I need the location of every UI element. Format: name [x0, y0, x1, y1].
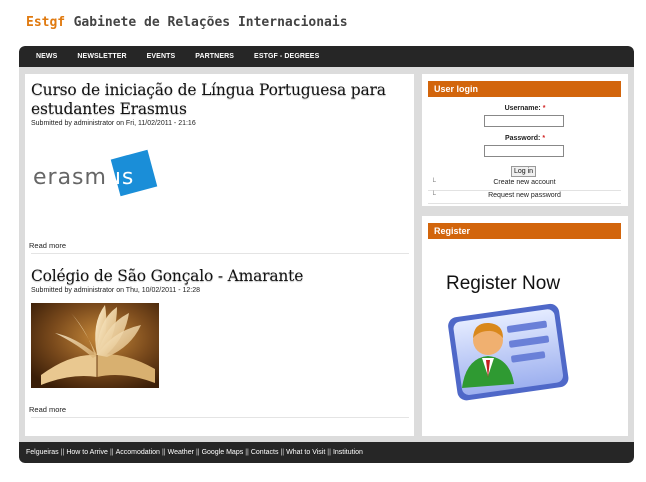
register-title: Register	[428, 223, 621, 239]
footer-links: Felgueiras || How to Arrive || Accomodatio…	[19, 442, 634, 463]
erasmus-logo-text-white: us	[106, 165, 135, 190]
password-input[interactable]	[484, 145, 564, 157]
open-book-image[interactable]	[31, 303, 159, 388]
register-block: Register Register Now	[422, 216, 628, 436]
user-id-card-icon[interactable]	[444, 296, 574, 404]
link-bullet-icon: └	[431, 179, 436, 186]
request-password-text[interactable]: Request new password	[488, 192, 561, 199]
footer-link-what-to-visit[interactable]: What to Visit	[286, 449, 325, 456]
request-password-link[interactable]: └ Request new password	[428, 192, 621, 204]
username-label-text: Username:	[504, 105, 541, 112]
main-content: Curso de iniciação de Língua Portuguesa …	[25, 74, 414, 436]
footer-separator: ||	[280, 449, 285, 456]
user-login-title: User login	[428, 81, 621, 97]
site-title[interactable]: Gabinete de Relações Internacionais	[74, 15, 348, 30]
required-mark: *	[542, 135, 546, 142]
footer-separator: ||	[60, 449, 65, 456]
erasmus-logo[interactable]: erasmus	[31, 149, 158, 200]
article-1: Curso de iniciação de Língua Portuguesa …	[31, 81, 409, 127]
main-navigation: NEWS NEWSLETTER EVENTS PARTNERS ESTGF - …	[19, 46, 634, 67]
page-frame: NEWS NEWSLETTER EVENTS PARTNERS ESTGF - …	[19, 46, 634, 463]
password-label: Password: *	[422, 135, 628, 142]
username-input[interactable]	[484, 115, 564, 127]
erasmus-logo-text-grey: erasm	[33, 165, 107, 190]
register-now-text[interactable]: Register Now	[446, 273, 560, 295]
nav-partners[interactable]: PARTNERS	[185, 53, 244, 60]
nav-estgf-degrees[interactable]: ESTGF - DEGREES	[244, 53, 329, 60]
open-book-icon	[31, 303, 159, 388]
footer-separator: ||	[327, 449, 331, 456]
login-button[interactable]: Log in	[511, 166, 537, 177]
article-2-submitted: Submitted by administrator on Thu, 10/02…	[31, 287, 201, 294]
nav-news[interactable]: NEWS	[26, 53, 67, 60]
footer-link-contacts[interactable]: Contacts	[251, 449, 279, 456]
article-separator	[31, 253, 409, 254]
create-account-link[interactable]: └ Create new account	[428, 179, 621, 191]
article-separator	[31, 417, 409, 418]
footer-link-accomodation[interactable]: Accomodation	[116, 449, 160, 456]
article-2-title[interactable]: Colégio de São Gonçalo - Amarante	[31, 267, 409, 286]
site-brand[interactable]: Estgf	[26, 15, 65, 30]
link-bullet-icon: └	[431, 192, 436, 199]
article-1-read-more[interactable]: Read more	[29, 241, 66, 250]
article-2-read-more[interactable]: Read more	[29, 405, 66, 414]
nav-newsletter[interactable]: NEWSLETTER	[67, 53, 136, 60]
footer-separator: ||	[195, 449, 200, 456]
footer-link-google-maps[interactable]: Google Maps	[202, 449, 244, 456]
footer-link-institution[interactable]: Institution	[333, 449, 363, 456]
footer-separator: ||	[161, 449, 166, 456]
footer-separator: ||	[109, 449, 114, 456]
site-header: Estgf Gabinete de Relações Internacionai…	[26, 13, 348, 33]
footer-link-how-to-arrive[interactable]: How to Arrive	[66, 449, 108, 456]
article-2: Colégio de São Gonçalo - Amarante Submit…	[31, 267, 409, 294]
footer-link-felgueiras[interactable]: Felgueiras	[26, 449, 59, 456]
article-1-submitted: Submitted by administrator on Fri, 11/02…	[31, 120, 196, 127]
nav-events[interactable]: EVENTS	[137, 53, 186, 60]
erasmus-logo-text: erasmus	[33, 165, 134, 190]
user-login-block: User login Username: * Password: * Log i…	[422, 74, 628, 206]
required-mark: *	[542, 105, 546, 112]
username-label: Username: *	[422, 105, 628, 112]
footer-link-weather[interactable]: Weather	[168, 449, 194, 456]
password-label-text: Password:	[504, 135, 541, 142]
article-1-title[interactable]: Curso de iniciação de Língua Portuguesa …	[31, 81, 409, 119]
create-account-text[interactable]: Create new account	[493, 179, 555, 186]
footer-separator: ||	[245, 449, 249, 456]
